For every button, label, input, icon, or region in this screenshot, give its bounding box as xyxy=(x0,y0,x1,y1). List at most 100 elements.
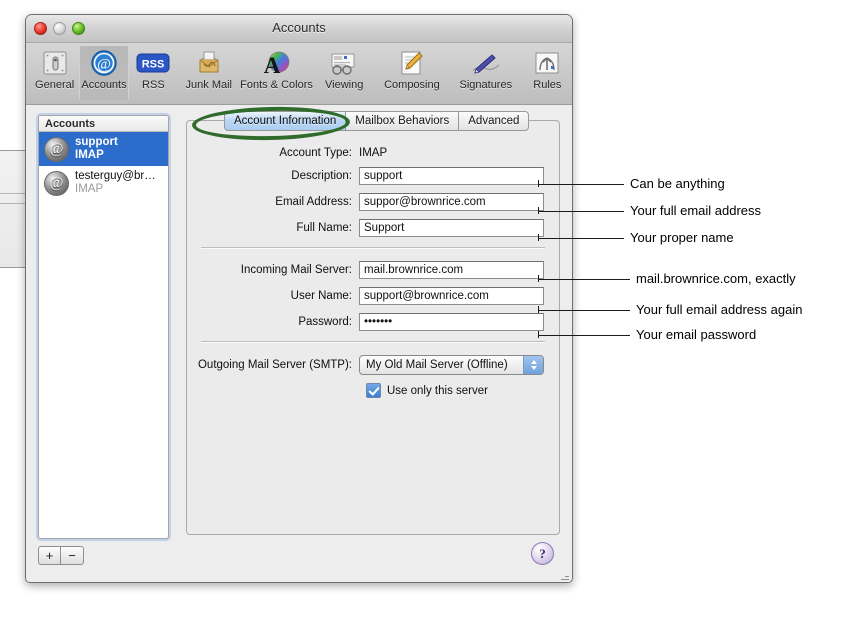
full-name-label: Full Name: xyxy=(296,222,352,234)
toolbar-label: Junk Mail xyxy=(185,79,232,91)
accounts-list-header: Accounts xyxy=(39,116,168,132)
account-row-testerguy[interactable]: @ testerguy@br… IMAP xyxy=(39,166,168,200)
email-address-input[interactable] xyxy=(359,193,544,211)
preferences-toolbar: General @ Accounts RSS RSS Junk Mail A F… xyxy=(26,43,572,105)
toolbar-item-fonts-colors[interactable]: A Fonts & Colors xyxy=(240,46,314,100)
annotation-your-full-email-address-again: Your full email address again xyxy=(636,302,803,317)
smtp-label: Outgoing Mail Server (SMTP): xyxy=(197,359,352,371)
toolbar-label: Composing xyxy=(384,79,440,91)
accounts-preferences-window: Accounts General @ Accounts RSS RSS Junk… xyxy=(25,14,573,583)
tab-mailbox-behaviors[interactable]: Mailbox Behaviors xyxy=(346,111,460,131)
field-row-smtp: Outgoing Mail Server (SMTP): My Old Mail… xyxy=(187,355,559,375)
rules-icon xyxy=(523,48,572,78)
annotation-leader-line xyxy=(538,335,630,336)
toolbar-item-accounts[interactable]: @ Accounts xyxy=(79,46,129,100)
form-separator-1 xyxy=(201,247,545,249)
screenshot-root: Accounts General @ Accounts RSS RSS Junk… xyxy=(0,0,857,620)
account-row-support[interactable]: @ support IMAP xyxy=(39,132,168,166)
incoming-mail-server-input[interactable] xyxy=(359,261,544,279)
help-button[interactable]: ? xyxy=(531,542,554,565)
tab-advanced[interactable]: Advanced xyxy=(459,111,530,131)
annotation-leader-line xyxy=(538,184,624,185)
svg-text:@: @ xyxy=(97,57,111,73)
password-label: Password: xyxy=(298,316,352,328)
annotation-leader-line xyxy=(538,279,630,280)
fonts-colors-icon: A xyxy=(240,48,314,78)
chevron-updown-icon xyxy=(523,356,543,374)
smtp-popup-button[interactable]: My Old Mail Server (Offline) xyxy=(359,355,544,375)
field-row-password: Password: xyxy=(187,313,559,331)
viewing-icon xyxy=(313,48,375,78)
field-row-description: Description: xyxy=(187,167,559,185)
password-input[interactable] xyxy=(359,313,544,331)
account-avatar-icon: @ xyxy=(44,136,69,162)
composing-icon xyxy=(375,48,449,78)
toolbar-label: Signatures xyxy=(459,79,513,91)
use-only-this-server-label: Use only this server xyxy=(387,384,488,397)
account-type: IMAP xyxy=(75,183,104,195)
junk-mail-icon xyxy=(178,48,240,78)
general-icon xyxy=(30,48,79,78)
user-name-input[interactable] xyxy=(359,287,544,305)
annotation-your-proper-name: Your proper name xyxy=(630,230,734,245)
account-name: testerguy@br… xyxy=(75,169,156,182)
remove-account-button[interactable]: − xyxy=(61,546,84,565)
use-only-this-server-checkbox[interactable] xyxy=(366,383,381,398)
account-text: testerguy@br… IMAP xyxy=(75,170,156,196)
account-avatar-icon: @ xyxy=(44,170,69,196)
rss-icon: RSS xyxy=(129,48,178,78)
description-input[interactable] xyxy=(359,167,544,185)
annotation-leader-line xyxy=(538,310,630,311)
toolbar-item-composing[interactable]: Composing xyxy=(375,46,449,100)
window-title: Accounts xyxy=(272,20,326,35)
annotation-leader-line xyxy=(538,211,624,212)
use-only-this-server-row[interactable]: Use only this server xyxy=(366,383,559,398)
smtp-selected-value: My Old Mail Server (Offline) xyxy=(366,359,508,371)
full-name-input[interactable] xyxy=(359,219,544,237)
toolbar-item-junk-mail[interactable]: Junk Mail xyxy=(178,46,240,100)
account-text: support IMAP xyxy=(75,136,118,162)
account-type-value: IMAP xyxy=(359,147,388,159)
toolbar-label: RSS xyxy=(142,79,165,91)
annotation-mail-brownrice-exactly: mail.brownrice.com, exactly xyxy=(636,271,796,286)
account-information-pane: Account Type: IMAP Description: Email Ad… xyxy=(186,120,560,535)
annotation-your-full-email-address: Your full email address xyxy=(630,203,762,218)
toolbar-item-signatures[interactable]: Signatures xyxy=(449,46,523,100)
signatures-icon xyxy=(449,48,523,78)
svg-text:A: A xyxy=(264,53,281,77)
preferences-body: Accounts @ support IMAP @ testerguy@br… … xyxy=(26,105,572,582)
account-name: support xyxy=(75,135,118,148)
field-row-account-type: Account Type: IMAP xyxy=(187,147,559,159)
window-titlebar[interactable]: Accounts xyxy=(26,15,572,43)
annotation-your-email-password: Your email password xyxy=(636,327,757,342)
account-type-label: Account Type: xyxy=(279,147,352,159)
incoming-mail-server-label: Incoming Mail Server: xyxy=(240,264,352,276)
toolbar-label: Accounts xyxy=(81,79,127,91)
toolbar-label: Fonts & Colors xyxy=(240,79,313,91)
toolbar-item-rules[interactable]: Rules xyxy=(523,46,572,100)
toolbar-item-general[interactable]: General xyxy=(30,46,79,100)
account-information-form: Account Type: IMAP Description: Email Ad… xyxy=(187,147,559,398)
toolbar-item-rss[interactable]: RSS RSS xyxy=(129,46,178,100)
accounts-add-remove-group: + − xyxy=(38,546,84,565)
description-label: Description: xyxy=(291,170,352,182)
user-name-label: User Name: xyxy=(290,290,352,302)
annotation-can-be-anything: Can be anything xyxy=(630,176,725,191)
annotation-leader-line xyxy=(538,238,624,239)
accounts-source-list[interactable]: Accounts @ support IMAP @ testerguy@br… … xyxy=(38,115,169,539)
toolbar-label: Rules xyxy=(533,79,562,91)
toolbar-label: Viewing xyxy=(325,79,364,91)
field-row-email-address: Email Address: xyxy=(187,193,559,211)
email-address-label: Email Address: xyxy=(275,196,352,208)
svg-text:RSS: RSS xyxy=(142,59,165,71)
toolbar-label: General xyxy=(35,79,75,91)
at-sign-icon: @ xyxy=(80,48,127,78)
field-row-user-name: User Name: xyxy=(187,287,559,305)
add-account-button[interactable]: + xyxy=(38,546,61,565)
toolbar-item-viewing[interactable]: Viewing xyxy=(313,46,375,100)
field-row-incoming-mail-server: Incoming Mail Server: xyxy=(187,261,559,279)
field-row-full-name: Full Name: xyxy=(187,219,559,237)
account-type: IMAP xyxy=(75,149,104,161)
form-separator-2 xyxy=(201,341,545,343)
resize-grip[interactable] xyxy=(556,571,569,582)
